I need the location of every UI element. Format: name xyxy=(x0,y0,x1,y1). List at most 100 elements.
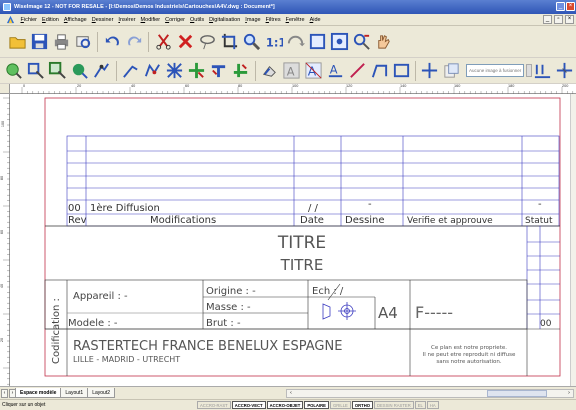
menu-modifier[interactable]: Modifier xyxy=(138,17,163,23)
horizontal-scroll-thumb[interactable] xyxy=(487,390,547,397)
menu-affichage[interactable]: Affichage xyxy=(61,17,89,23)
field-masse: Masse : - xyxy=(206,302,251,313)
scroll-right-icon[interactable]: › xyxy=(565,390,573,397)
hatch-tool-button[interactable] xyxy=(164,60,186,82)
menu-digitalisation[interactable]: Digitalisation xyxy=(207,17,243,23)
vertical-ruler-ticks xyxy=(3,97,10,385)
menu-corriger[interactable]: Corriger xyxy=(163,17,188,23)
print-preview-button[interactable] xyxy=(72,31,94,53)
select-raster-button[interactable] xyxy=(3,60,25,82)
tab-model-space[interactable]: Espace modèle xyxy=(15,388,62,398)
document-menu-icon[interactable] xyxy=(6,15,15,24)
status-toggle-grille[interactable]: GRILLE xyxy=(329,401,351,409)
eraser-icon xyxy=(262,65,276,77)
lasso-button[interactable] xyxy=(196,31,218,53)
move-button[interactable] xyxy=(419,60,441,82)
trim-tool-button[interactable] xyxy=(186,60,208,82)
open-folder-button[interactable] xyxy=(6,31,28,53)
menu-image[interactable]: Image xyxy=(243,17,263,23)
doc-close-icon[interactable]: × xyxy=(565,15,574,24)
image-fusion-icon xyxy=(444,63,460,78)
svg-text:A: A xyxy=(286,64,294,78)
select-vector-button[interactable] xyxy=(25,60,47,82)
doc-restore-icon[interactable]: ▫ xyxy=(554,15,563,24)
horizontal-scrollbar[interactable]: ‹ › xyxy=(286,389,574,398)
ruler-v-label: 60 xyxy=(0,229,5,235)
status-toggle-accro-objet[interactable]: ACCRO-OBJET xyxy=(266,401,304,409)
field-origine: Origine : - xyxy=(206,286,256,297)
menu-edition[interactable]: Edition xyxy=(40,17,62,23)
pan-button[interactable] xyxy=(372,31,394,53)
zoom-button[interactable] xyxy=(240,31,262,53)
menu-fenetre[interactable]: Fenêtre xyxy=(283,17,307,23)
extend-tool-button[interactable] xyxy=(208,60,230,82)
line-tool-button[interactable] xyxy=(120,60,142,82)
drawing-canvas[interactable]: 00 1ère Diffusion / / - - Rev Modificati… xyxy=(10,94,570,386)
break-tool-button[interactable] xyxy=(230,60,252,82)
zoom-previous-button[interactable] xyxy=(350,31,372,53)
draw-polyline-button[interactable] xyxy=(368,60,390,82)
print-button[interactable] xyxy=(50,31,72,53)
image-fusion-button[interactable] xyxy=(441,60,463,82)
title-line-1: TITRE xyxy=(277,233,326,253)
zoom-extents-button[interactable] xyxy=(328,31,350,53)
ruler-h-label: 140 xyxy=(400,84,407,88)
close-icon[interactable]: × xyxy=(566,2,575,11)
header-statut: Statut xyxy=(525,216,553,226)
status-toggle-accro-rast[interactable]: ACCRO-RAST xyxy=(197,401,231,409)
header-rev: Rev xyxy=(68,215,87,226)
polyline-tool-button[interactable] xyxy=(142,60,164,82)
undo-button[interactable] xyxy=(101,31,123,53)
vertical-scrollbar[interactable] xyxy=(570,94,576,386)
tab-layout1[interactable]: Layout1 xyxy=(60,388,89,398)
crop-button[interactable] xyxy=(218,31,240,53)
tab-prev-button[interactable]: ‹ xyxy=(1,388,8,398)
status-toggle-dessin-raster[interactable]: DESSIN RASTER xyxy=(373,401,414,409)
ruler-h-label: 80 xyxy=(238,84,243,88)
cut-button[interactable] xyxy=(152,31,174,53)
status-toggle-polaire[interactable]: POLAIRE xyxy=(304,401,329,409)
ruler-h-label: 160 xyxy=(454,84,461,88)
zoom-1-1-icon: 1:1 xyxy=(265,35,282,49)
menu-fichier[interactable]: Fichier xyxy=(18,17,40,23)
delete-button[interactable] xyxy=(174,31,196,53)
save-button[interactable] xyxy=(28,31,50,53)
eraser-tool-button[interactable] xyxy=(258,60,280,82)
select-polygon-button[interactable] xyxy=(69,60,91,82)
scroll-left-icon[interactable]: ‹ xyxy=(287,390,295,397)
menu-outils[interactable]: Outils xyxy=(188,17,207,23)
zoom-one-to-one-button[interactable]: 1:1 xyxy=(262,31,284,53)
menu-filtres[interactable]: Filtres xyxy=(263,17,283,23)
field-indice: 00 xyxy=(540,319,552,329)
minimize-icon[interactable]: _ xyxy=(556,2,565,11)
company-cities: LILLE - MADRID - UTRECHT xyxy=(73,355,180,364)
menu-dessiner[interactable]: Dessiner xyxy=(89,17,116,23)
status-toggle-accro-vect[interactable]: ACCRO-VECT xyxy=(231,401,266,409)
text-edit-button[interactable]: A xyxy=(324,60,346,82)
draw-rectangle-button[interactable] xyxy=(390,60,412,82)
menu-aide[interactable]: Aide xyxy=(307,17,323,23)
rev-row-date: / / xyxy=(308,203,319,214)
draw-line-button[interactable] xyxy=(346,60,368,82)
text-vector-button[interactable]: A xyxy=(302,60,324,82)
redo-button[interactable] xyxy=(123,31,145,53)
field-format: A4 xyxy=(378,304,398,322)
baseline-button[interactable] xyxy=(532,60,554,82)
select-window-button[interactable] xyxy=(47,60,69,82)
status-toggle-el[interactable]: EL xyxy=(414,401,426,409)
menu-bar: Fichier Edition Affichage Dessiner Insér… xyxy=(0,14,576,26)
zoom-window-button[interactable] xyxy=(306,31,328,53)
image-fusion-select[interactable]: Aucune image à fusionner xyxy=(465,64,524,77)
doc-minimize-icon[interactable]: _ xyxy=(543,15,552,24)
tab-layout2[interactable]: Layout2 xyxy=(87,388,115,398)
smart-pick-button[interactable] xyxy=(91,60,113,82)
menu-inserer[interactable]: Insérer xyxy=(116,17,138,23)
title-line-2: TITRE xyxy=(280,256,324,274)
move-icon xyxy=(422,62,438,79)
zoom-realtime-button[interactable] xyxy=(284,31,306,53)
status-toggle-ortho[interactable]: ORTHO xyxy=(351,401,373,409)
status-toggle-ha[interactable]: HA xyxy=(426,401,439,409)
cursor-cross-button[interactable] xyxy=(554,60,576,82)
text-raster-button[interactable]: A xyxy=(280,60,302,82)
ruler-h-label: 40 xyxy=(131,84,136,88)
